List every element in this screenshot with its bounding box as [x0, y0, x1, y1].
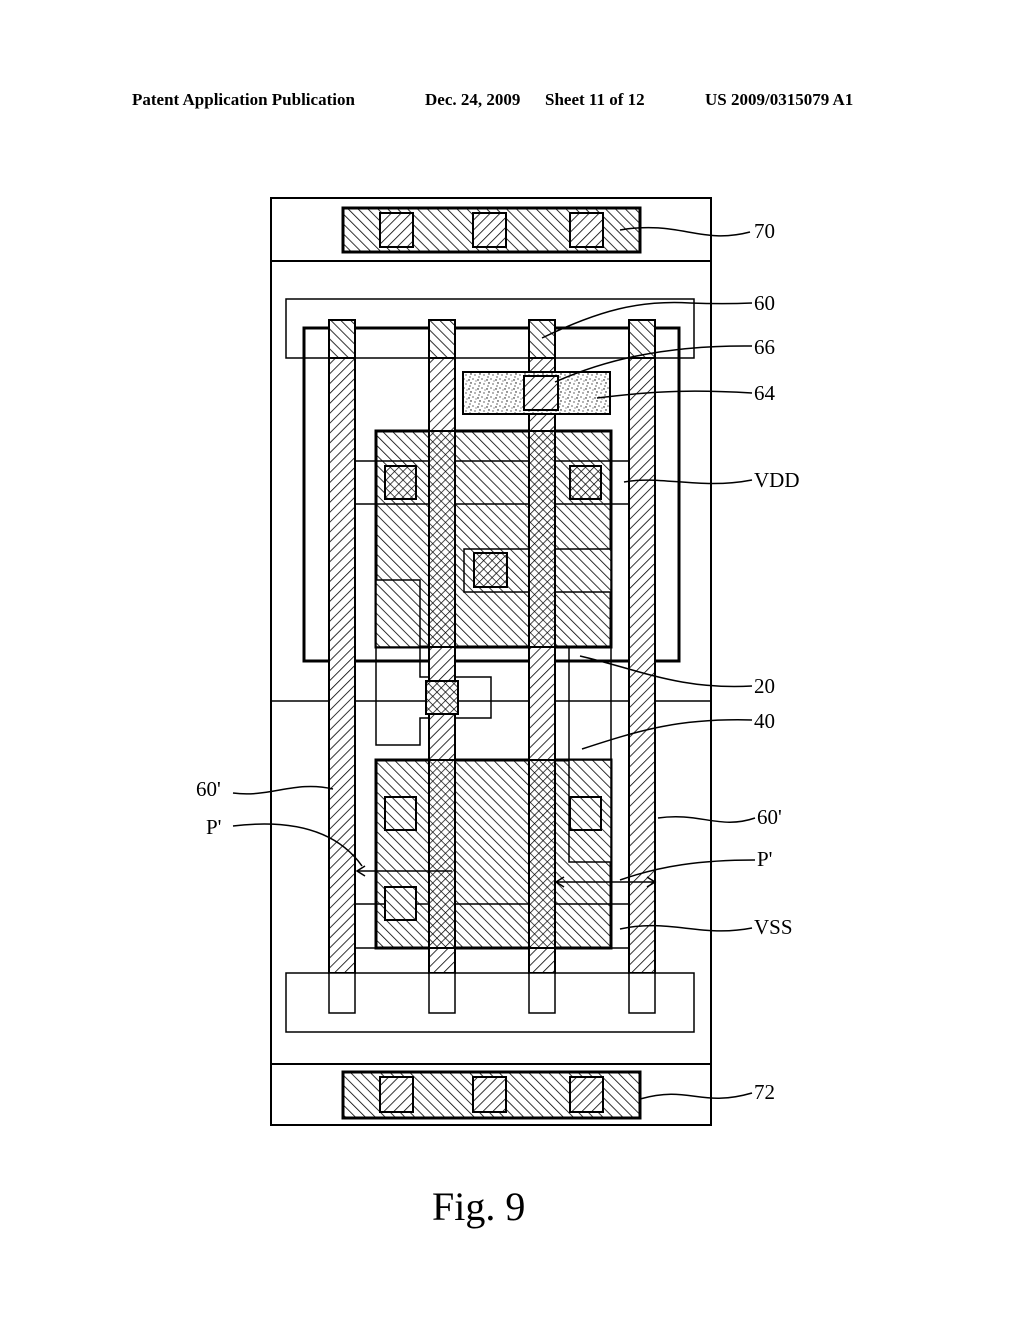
- label-60-prime-right: 60': [757, 805, 782, 829]
- layout-diagram: 70 60 66 64 VDD 20 40 60' P' 60' P' VSS …: [196, 197, 800, 1229]
- label-vdd: VDD: [754, 468, 800, 492]
- pmos-diffusion: [374, 429, 613, 649]
- dummy-poly-left: [328, 319, 356, 974]
- label-70: 70: [754, 219, 775, 243]
- region-64: [462, 371, 611, 415]
- gate-contact: [425, 680, 459, 715]
- label-p-prime-left: P': [206, 815, 221, 839]
- label-60-prime-left: 60': [196, 777, 221, 801]
- label-40: 40: [754, 709, 775, 733]
- label-72: 72: [754, 1080, 775, 1104]
- label-60: 60: [754, 291, 775, 315]
- label-64: 64: [754, 381, 776, 405]
- bottom-rail-72: [341, 1070, 642, 1120]
- label-p-prime-right: P': [757, 847, 772, 871]
- label-20: 20: [754, 674, 775, 698]
- top-rail-70: [341, 206, 642, 254]
- label-vss: VSS: [754, 915, 793, 939]
- contact-66: [523, 375, 559, 411]
- label-66: 66: [754, 335, 775, 359]
- figure-caption: Fig. 9: [432, 1184, 525, 1229]
